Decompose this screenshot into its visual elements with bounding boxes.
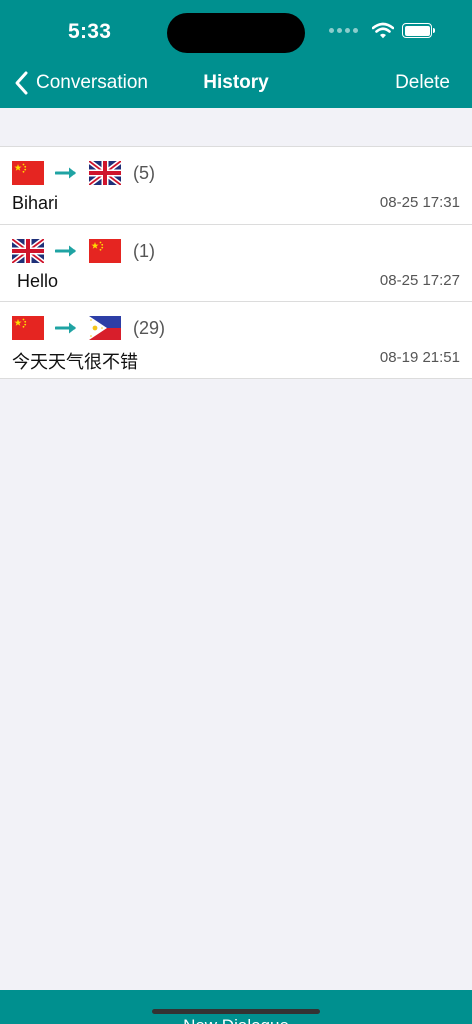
back-button[interactable]: Conversation (12, 70, 148, 96)
new-dialogue-button[interactable]: New Dialogue (0, 1016, 472, 1024)
language-pair: (29) (12, 316, 165, 340)
home-indicator (152, 1009, 320, 1014)
history-item-date: 08-25 17:27 (379, 272, 460, 289)
arrow-right-icon (55, 244, 79, 258)
battery-icon (402, 23, 435, 38)
wifi-icon (372, 22, 394, 39)
uk-flag-icon (12, 239, 44, 263)
history-item-text: 今天天气很不错 (12, 352, 138, 372)
philippines-flag-icon (89, 316, 121, 340)
history-item-text: Bihari (12, 193, 59, 213)
history-screen: 5:33 Conversation History Delete (5) Bih… (0, 0, 472, 1024)
history-item[interactable]: (5) Bihari 08-25 17:31 (0, 147, 472, 224)
language-pair: (5) (12, 161, 155, 185)
page-title: History (203, 72, 269, 93)
status-time: 5:33 (68, 20, 112, 43)
uk-flag-icon (89, 161, 121, 185)
history-item-text: Hello (12, 271, 59, 291)
top-bar: 5:33 Conversation History Delete (0, 0, 472, 108)
delete-button[interactable]: Delete (395, 72, 450, 94)
history-item[interactable]: (1) Hello 08-25 17:27 (0, 224, 472, 301)
arrow-right-icon (55, 321, 79, 335)
history-item[interactable]: (29) 今天天气很不错 08-19 21:51 (0, 301, 472, 378)
history-item-date: 08-19 21:51 (379, 349, 460, 366)
arrow-right-icon (55, 166, 79, 180)
history-list: (5) Bihari 08-25 17:31 (1) Hello 08-25 1… (0, 146, 472, 379)
cellular-signal-icon (329, 28, 358, 33)
china-flag-icon (12, 161, 44, 185)
china-flag-icon (89, 239, 121, 263)
message-count: (5) (133, 162, 155, 183)
message-count: (1) (133, 240, 155, 261)
bottom-bar: New Dialogue (0, 990, 472, 1024)
language-pair: (1) (12, 239, 155, 263)
message-count: (29) (133, 317, 166, 338)
dynamic-island (167, 13, 305, 53)
china-flag-icon (12, 316, 44, 340)
back-button-label: Conversation (36, 72, 148, 93)
history-item-date: 08-25 17:31 (379, 194, 460, 211)
status-icons (329, 22, 435, 39)
chevron-left-icon (15, 71, 28, 95)
